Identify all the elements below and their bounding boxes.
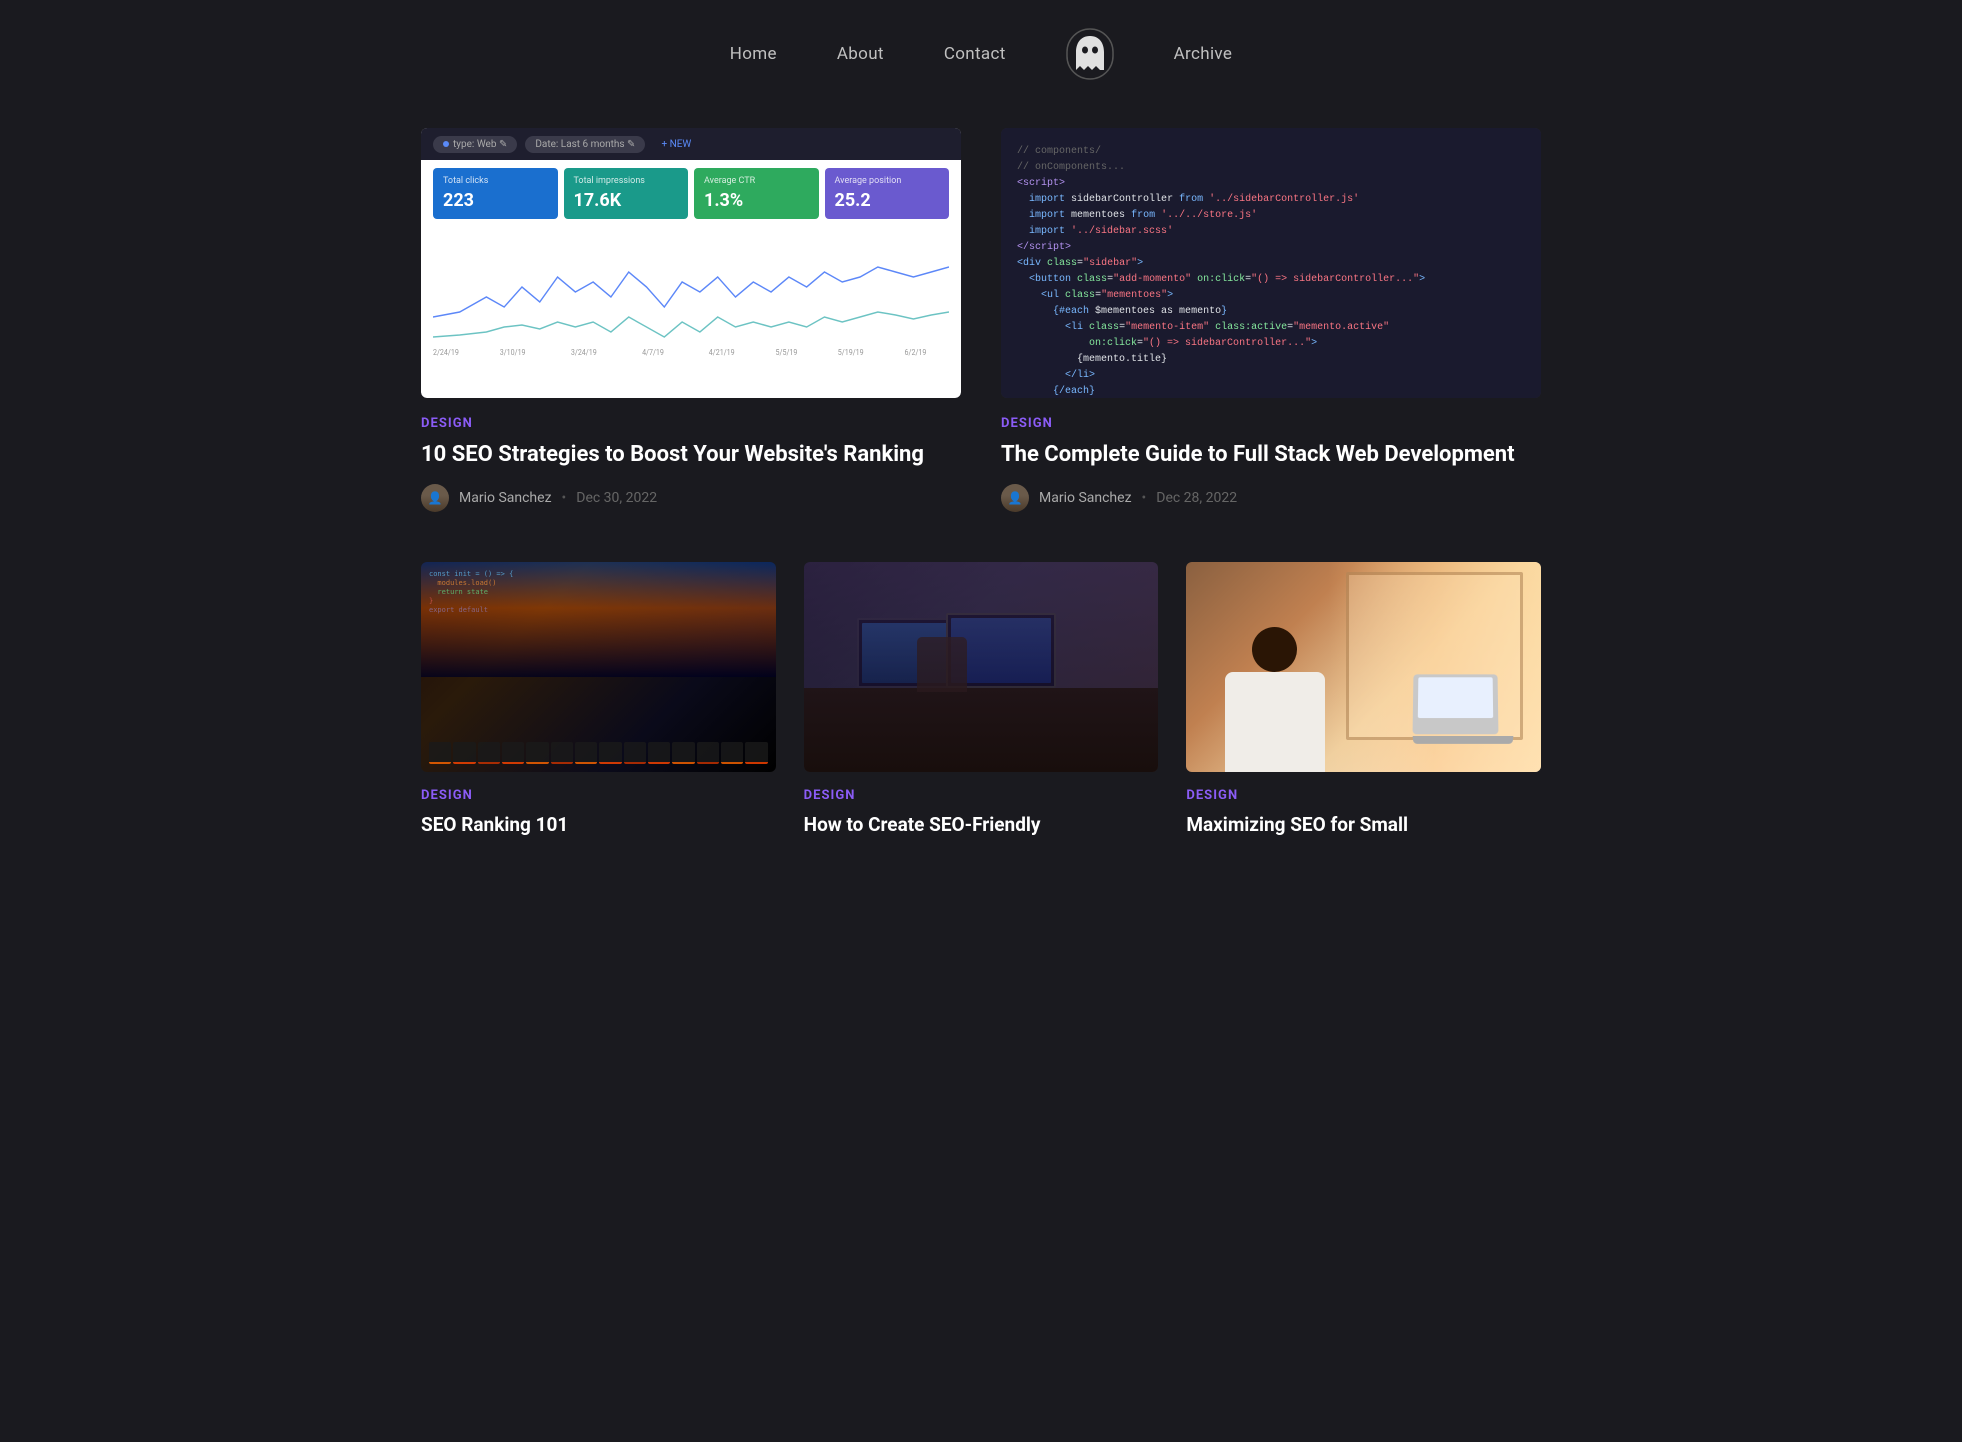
post-card-3: DESIGN Maximizing SEO for Small bbox=[1186, 562, 1541, 852]
nav-home[interactable]: Home bbox=[730, 44, 777, 64]
nav-archive[interactable]: Archive bbox=[1174, 44, 1233, 64]
author-name-2: Mario Sanchez bbox=[1039, 490, 1132, 506]
svg-text:6/2/19: 6/2/19 bbox=[905, 348, 927, 357]
post-card-3-category[interactable]: DESIGN bbox=[1186, 788, 1541, 803]
featured-card-1-meta: 👤 Mario Sanchez • Dec 30, 2022 bbox=[421, 484, 961, 512]
post-card-3-title[interactable]: Maximizing SEO for Small bbox=[1186, 813, 1541, 838]
posts-row: const init = () => { modules.load() retu… bbox=[421, 562, 1541, 852]
author-avatar-2: 👤 bbox=[1001, 484, 1029, 512]
featured-card-1-image[interactable]: type: Web ✎ Date: Last 6 months ✎ + NEW … bbox=[421, 128, 961, 398]
featured-card-2-title[interactable]: The Complete Guide to Full Stack Web Dev… bbox=[1001, 441, 1541, 470]
svg-text:4/21/19: 4/21/19 bbox=[709, 348, 735, 357]
featured-card-2-meta: 👤 Mario Sanchez • Dec 28, 2022 bbox=[1001, 484, 1541, 512]
post-card-2-title[interactable]: How to Create SEO-Friendly bbox=[804, 813, 1159, 838]
post-card-1-image[interactable]: const init = () => { modules.load() retu… bbox=[421, 562, 776, 772]
featured-card-2-category[interactable]: DESIGN bbox=[1001, 416, 1541, 431]
meta-dot-2: • bbox=[1142, 490, 1147, 506]
svg-text:2/24/19: 2/24/19 bbox=[433, 348, 459, 357]
featured-card-1-title[interactable]: 10 SEO Strategies to Boost Your Website'… bbox=[421, 441, 961, 470]
svg-text:3/10/19: 3/10/19 bbox=[500, 348, 526, 357]
main-content: type: Web ✎ Date: Last 6 months ✎ + NEW … bbox=[381, 108, 1581, 911]
author-name-1: Mario Sanchez bbox=[459, 490, 552, 506]
post-date-2: Dec 28, 2022 bbox=[1156, 490, 1237, 506]
author-avatar-1: 👤 bbox=[421, 484, 449, 512]
post-card-1-category[interactable]: DESIGN bbox=[421, 788, 776, 803]
post-card-1-title[interactable]: SEO Ranking 101 bbox=[421, 813, 776, 838]
svg-text:5/19/19: 5/19/19 bbox=[838, 348, 864, 357]
post-date-1: Dec 30, 2022 bbox=[576, 490, 657, 506]
site-logo[interactable] bbox=[1066, 28, 1114, 80]
featured-card-2: // components/ // onComponents... <scrip… bbox=[1001, 128, 1541, 512]
main-nav: Home About Contact Archive bbox=[0, 0, 1962, 108]
featured-row: type: Web ✎ Date: Last 6 months ✎ + NEW … bbox=[421, 128, 1541, 512]
post-card-3-image[interactable] bbox=[1186, 562, 1541, 772]
post-card-2-image[interactable] bbox=[804, 562, 1159, 772]
svg-text:4/7/19: 4/7/19 bbox=[642, 348, 664, 357]
nav-about[interactable]: About bbox=[837, 44, 884, 64]
nav-contact[interactable]: Contact bbox=[944, 44, 1006, 64]
post-card-2: DESIGN How to Create SEO-Friendly bbox=[804, 562, 1159, 852]
featured-card-1: type: Web ✎ Date: Last 6 months ✎ + NEW … bbox=[421, 128, 961, 512]
svg-text:5/5/19: 5/5/19 bbox=[776, 348, 798, 357]
featured-card-1-category[interactable]: DESIGN bbox=[421, 416, 961, 431]
svg-text:3/24/19: 3/24/19 bbox=[571, 348, 597, 357]
featured-card-2-image[interactable]: // components/ // onComponents... <scrip… bbox=[1001, 128, 1541, 398]
meta-dot-1: • bbox=[562, 490, 567, 506]
post-card-2-category[interactable]: DESIGN bbox=[804, 788, 1159, 803]
post-card-1: const init = () => { modules.load() retu… bbox=[421, 562, 776, 852]
